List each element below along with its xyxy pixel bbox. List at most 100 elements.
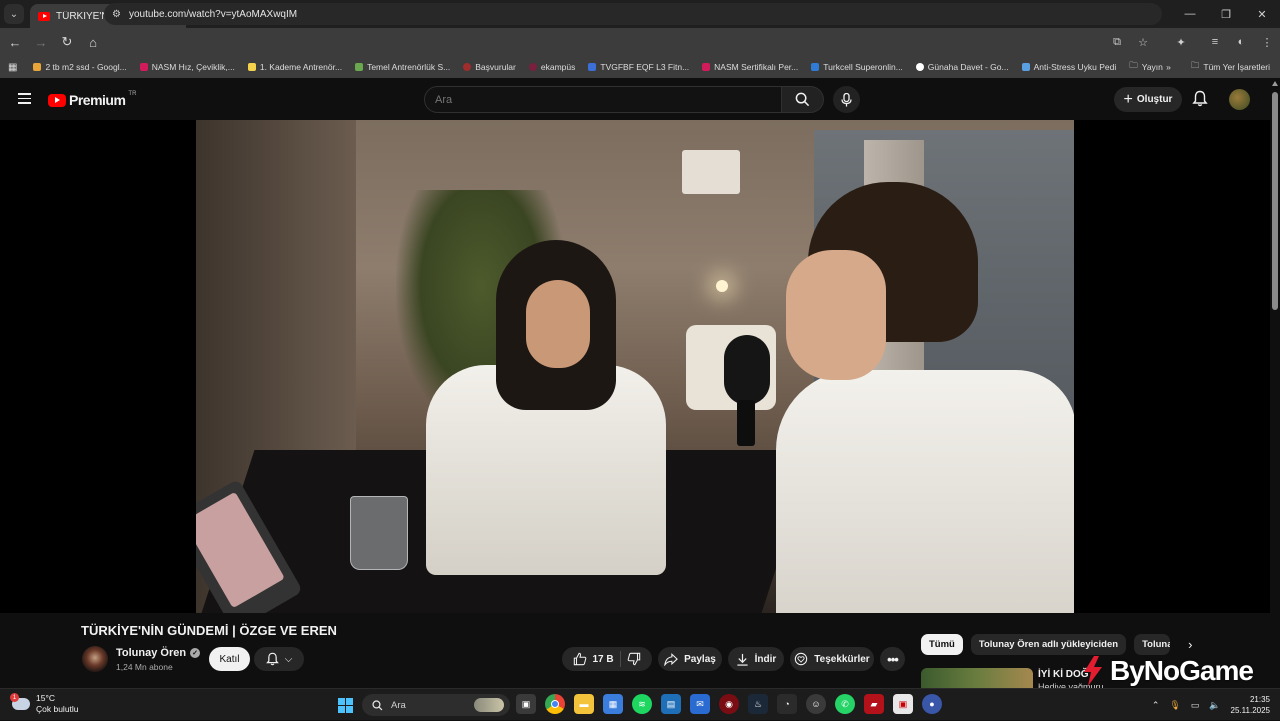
super-thanks-icon xyxy=(795,652,808,666)
store-icon[interactable]: ▦ xyxy=(603,694,623,714)
system-tray: ⌃ 🎙 ▭ 🔈 21:35 25.11.2025 xyxy=(1152,689,1270,721)
forward-icon[interactable]: → xyxy=(29,30,53,54)
search-input[interactable] xyxy=(424,86,782,113)
subscriber-count: 1,24 Mn abone xyxy=(116,662,173,672)
weather-widget[interactable]: 1 15°C Çok bulutlu xyxy=(10,693,79,715)
install-app-icon[interactable]: ⧉ xyxy=(1104,36,1130,49)
bookmark-star-icon[interactable]: ☆ xyxy=(1130,36,1156,49)
menu-kebab-icon[interactable]: ⋮ xyxy=(1254,36,1280,49)
download-icon xyxy=(737,653,748,666)
spotify-icon[interactable]: ≋ xyxy=(632,694,652,714)
whatsapp-icon[interactable]: ✆ xyxy=(835,694,855,714)
file-explorer-icon[interactable]: ▬ xyxy=(574,694,594,714)
chrome-icon[interactable] xyxy=(545,694,565,714)
voice-search-button[interactable] xyxy=(833,86,860,113)
thumbs-down-icon xyxy=(627,652,640,666)
bookmark-item[interactable]: Temel Antrenörlük S... xyxy=(355,62,450,72)
bookmark-favicon-icon xyxy=(355,63,364,71)
windows-start-icon[interactable] xyxy=(338,698,353,713)
bookmark-item[interactable]: Anti-Stress Uyku Pedi xyxy=(1021,62,1116,72)
url-field[interactable]: ⚙ youtube.com/watch?v=ytAoMAXwqIM xyxy=(104,3,1162,25)
bookmark-item[interactable]: TVGFBF EQF L3 Fitn... xyxy=(588,62,689,72)
video-frame[interactable] xyxy=(196,120,1074,613)
steam-icon[interactable]: ♨ xyxy=(748,694,768,714)
dislike-button[interactable] xyxy=(627,652,641,666)
minimize-icon[interactable]: — xyxy=(1172,0,1208,28)
site-info-icon[interactable]: ⚙ xyxy=(112,9,121,20)
chevron-down-icon: ⌵ xyxy=(284,653,293,665)
volume-icon[interactable]: 🔈 xyxy=(1209,700,1220,711)
calculator-icon[interactable]: ▤ xyxy=(661,694,681,714)
bookmarks-bar: ▦ 2 tb m2 ssd - Googl... NASM Hız, Çevik… xyxy=(0,56,1280,78)
extensions-icon[interactable]: ✦ xyxy=(1168,36,1194,49)
tray-overflow-icon[interactable]: ⌃ xyxy=(1152,700,1160,711)
app-blue-circle-icon[interactable]: ● xyxy=(922,694,942,714)
task-view-icon[interactable]: ▣ xyxy=(516,694,536,714)
all-bookmarks-folder[interactable]: 🗀 Tüm Yer İşaretleri xyxy=(1191,60,1270,74)
bookmark-item[interactable]: NASM Sertifikalı Per... xyxy=(702,62,798,72)
thanks-button[interactable]: Teşekkürler xyxy=(790,647,874,671)
bookmark-item[interactable]: 2 tb m2 ssd - Googl... xyxy=(33,62,127,72)
chevron-right-icon[interactable]: › xyxy=(1188,637,1192,652)
bookmark-item[interactable]: NASM Hız, Çeviklik,... xyxy=(139,62,235,72)
taskbar-clock[interactable]: 21:35 25.11.2025 xyxy=(1231,694,1270,716)
home-icon[interactable]: ⌂ xyxy=(81,30,105,54)
mail-icon[interactable]: ✉ xyxy=(690,694,710,714)
channel-avatar[interactable] xyxy=(82,646,108,672)
channel-name[interactable]: Tolunay Ören ✓ xyxy=(116,647,201,659)
bookmark-favicon-icon xyxy=(811,63,820,71)
share-arrow-icon xyxy=(664,652,679,666)
window-controls: — ❐ ✕ xyxy=(1172,0,1280,28)
tab-search-button[interactable]: ⌄ xyxy=(4,4,24,24)
more-bookmarks-icon[interactable]: » xyxy=(1166,62,1171,72)
account-avatar[interactable] xyxy=(1229,89,1250,110)
folder-icon: 🗀 xyxy=(1190,60,1200,70)
bynogame-logo-icon xyxy=(1084,656,1102,686)
search-button[interactable] xyxy=(782,86,824,113)
speedometer-icon[interactable]: ◔ xyxy=(777,694,797,714)
reload-icon[interactable]: ↻ xyxy=(55,30,79,54)
scrollbar-thumb[interactable] xyxy=(1272,92,1278,310)
video-info-panel: TÜRKİYE'NİN GÜNDEMİ | ÖZGE VE EREN Tolun… xyxy=(0,613,1270,688)
microphone-tray-icon[interactable]: 🎙 xyxy=(1169,700,1180,711)
notifications-bell-icon[interactable] xyxy=(1192,90,1208,112)
app-crimson-icon[interactable]: ▰ xyxy=(864,694,884,714)
create-button[interactable]: + Oluştur xyxy=(1114,87,1182,112)
bookmark-item[interactable]: ekampüs xyxy=(528,62,575,72)
video-player[interactable] xyxy=(0,120,1270,613)
bookmark-item[interactable]: Turkcell Superonlin... xyxy=(811,62,903,72)
network-icon[interactable]: ▭ xyxy=(1191,700,1200,711)
close-window-icon[interactable]: ✕ xyxy=(1244,0,1280,28)
app-white-icon[interactable]: ▣ xyxy=(893,694,913,714)
scroll-up-arrow-icon[interactable] xyxy=(1272,81,1278,86)
profile-icon[interactable]: ◐ xyxy=(1228,36,1254,48)
apps-grid-icon[interactable]: ▦ xyxy=(8,62,17,73)
chip-all[interactable]: Tümü xyxy=(921,634,963,655)
taskbar-search[interactable]: Ara xyxy=(362,694,510,716)
youtube-premium-logo[interactable]: Premium TR xyxy=(48,91,136,108)
subscription-bell-button[interactable]: ⌵ xyxy=(254,647,304,671)
bookmark-item[interactable]: Başvurular xyxy=(463,62,516,72)
bookmark-item[interactable]: 1. Kademe Antrenör... xyxy=(247,62,342,72)
page-scrollbar[interactable] xyxy=(1270,78,1280,688)
chip-from-uploader[interactable]: Tolunay Ören adlı yükleyiciden xyxy=(970,634,1127,655)
download-button[interactable]: İndir xyxy=(728,647,784,671)
chip-channel[interactable]: Tolunay xyxy=(1134,634,1171,655)
more-actions-button[interactable]: ••• xyxy=(880,647,905,671)
video-title: TÜRKİYE'NİN GÜNDEMİ | ÖZGE VE EREN xyxy=(81,623,337,638)
bookmark-folder[interactable]: 🗀 Yayın xyxy=(1129,60,1163,74)
youtube-header: Premium TR + Oluştur xyxy=(0,78,1270,120)
app-red-icon[interactable]: ◉ xyxy=(719,694,739,714)
media-queue-icon[interactable]: ≡ xyxy=(1202,36,1228,48)
like-button[interactable]: 17 B xyxy=(573,652,614,666)
discord-icon[interactable]: ☺ xyxy=(806,694,826,714)
restore-icon[interactable]: ❐ xyxy=(1208,0,1244,28)
bookmark-item[interactable]: Günaha Davet - Go... xyxy=(915,62,1009,72)
back-icon[interactable]: ← xyxy=(3,30,27,54)
recommended-video-thumbnail[interactable] xyxy=(921,668,1033,688)
join-button[interactable]: Katıl xyxy=(209,647,250,671)
hamburger-menu-icon[interactable] xyxy=(18,93,31,104)
bookmark-favicon-icon xyxy=(139,63,148,71)
share-button[interactable]: Paylaş xyxy=(658,647,722,671)
bookmark-favicon-icon xyxy=(33,63,42,71)
